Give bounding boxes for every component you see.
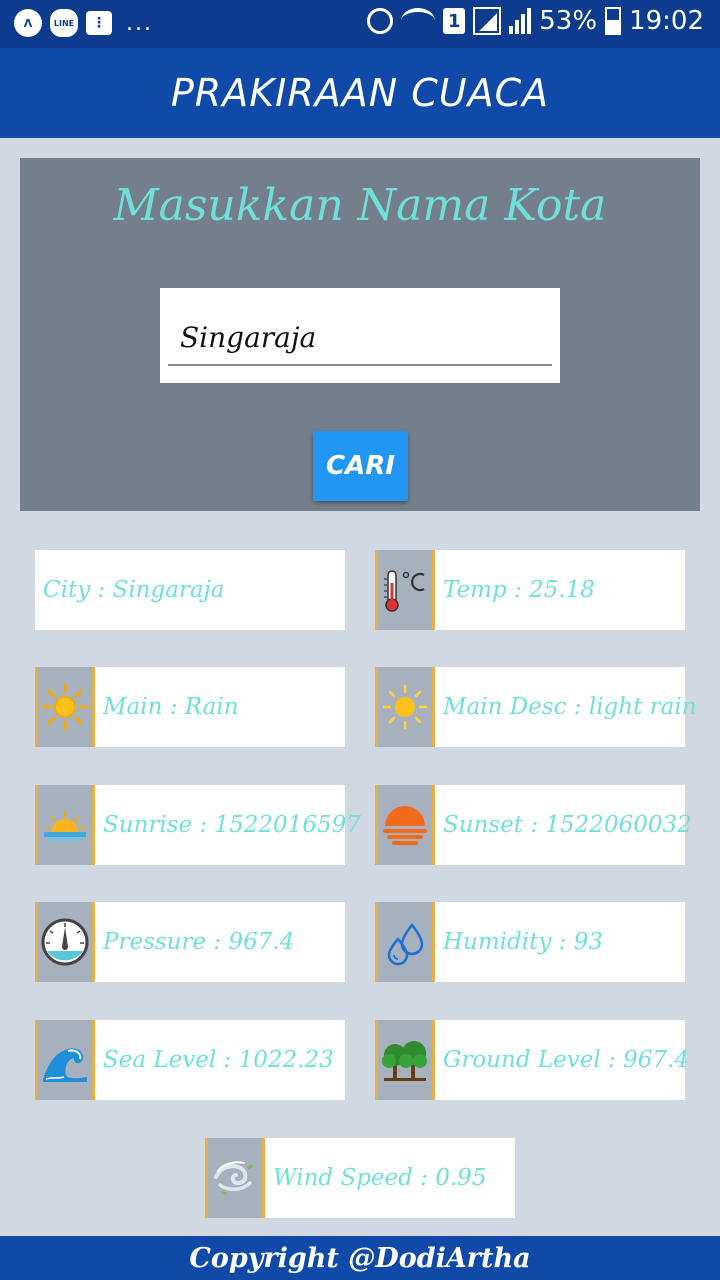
main-label: Main : Rain [103,694,239,720]
gauge-icon [35,902,95,982]
city-label: City : Singaraja [43,577,225,603]
water-drops-icon [375,902,435,982]
footer: Copyright @DodiArtha [0,1236,720,1280]
status-bar: Λ LINE ⋮ ... 1 53% 19:02 [0,0,720,48]
app-a-icon: Λ [14,9,42,37]
main-desc-card: Main Desc : light rain [375,667,697,747]
sunrise-label: Sunrise : 1522016597 [103,812,361,838]
sea-level-card: Sea Level : 1022.23 [35,1020,345,1100]
ground-level-label: Ground Level : 967.4 [443,1047,689,1073]
app-title: PRAKIRAAN CUACA [170,71,550,115]
city-input[interactable] [168,310,552,366]
main-desc-label: Main Desc : light rain [443,694,697,720]
sun-icon [35,667,95,747]
search-button[interactable]: CARI [313,431,408,501]
sunrise-icon [35,785,95,865]
pressure-card: Pressure : 967.4 [35,902,345,982]
city-input-container [160,288,560,383]
wave-icon [35,1020,95,1100]
app-bar: PRAKIRAAN CUACA [0,48,720,138]
battery-icon [605,7,622,35]
more-notifications: ... [126,10,153,36]
clock: 19:02 [629,6,704,36]
wifi-icon [401,8,436,34]
wind-speed-label: Wind Speed : 0.95 [273,1165,487,1191]
search-panel: Masukkan Nama Kota CARI [20,158,700,511]
main-card: Main : Rain [35,667,345,747]
sunset-icon [375,785,435,865]
temp-label: Temp : 25.18 [443,577,595,603]
sun-icon [375,667,435,747]
signal-icon [473,7,502,35]
sunrise-card: Sunrise : 1522016597 [35,785,361,865]
wind-speed-card: Wind Speed : 0.95 [205,1138,515,1218]
humidity-card: Humidity : 93 [375,902,685,982]
system-icons: 1 53% 19:02 [367,6,704,36]
copyright-text: Copyright @DodiArtha [189,1242,531,1274]
temp-card: Temp : 25.18 [375,550,685,630]
alarm-icon [367,8,394,34]
ground-level-card: Ground Level : 967.4 [375,1020,689,1100]
notification-icons: Λ LINE ⋮ ... [14,9,153,37]
bbm-icon: ⋮ [86,11,112,35]
sim-icon: 1 [443,8,466,34]
pressure-label: Pressure : 967.4 [103,929,295,955]
sunset-label: Sunset : 1522060032 [443,812,692,838]
wind-icon [205,1138,265,1218]
battery-percent: 53% [539,6,598,36]
city-card: City : Singaraja [35,550,345,630]
sea-level-label: Sea Level : 1022.23 [103,1047,334,1073]
trees-icon [375,1020,435,1100]
line-icon: LINE [50,9,78,37]
humidity-label: Humidity : 93 [443,929,603,955]
thermometer-icon [375,550,435,630]
signal-bars-icon [509,8,532,34]
search-heading: Masukkan Nama Kota [113,180,607,231]
sunset-card: Sunset : 1522060032 [375,785,692,865]
